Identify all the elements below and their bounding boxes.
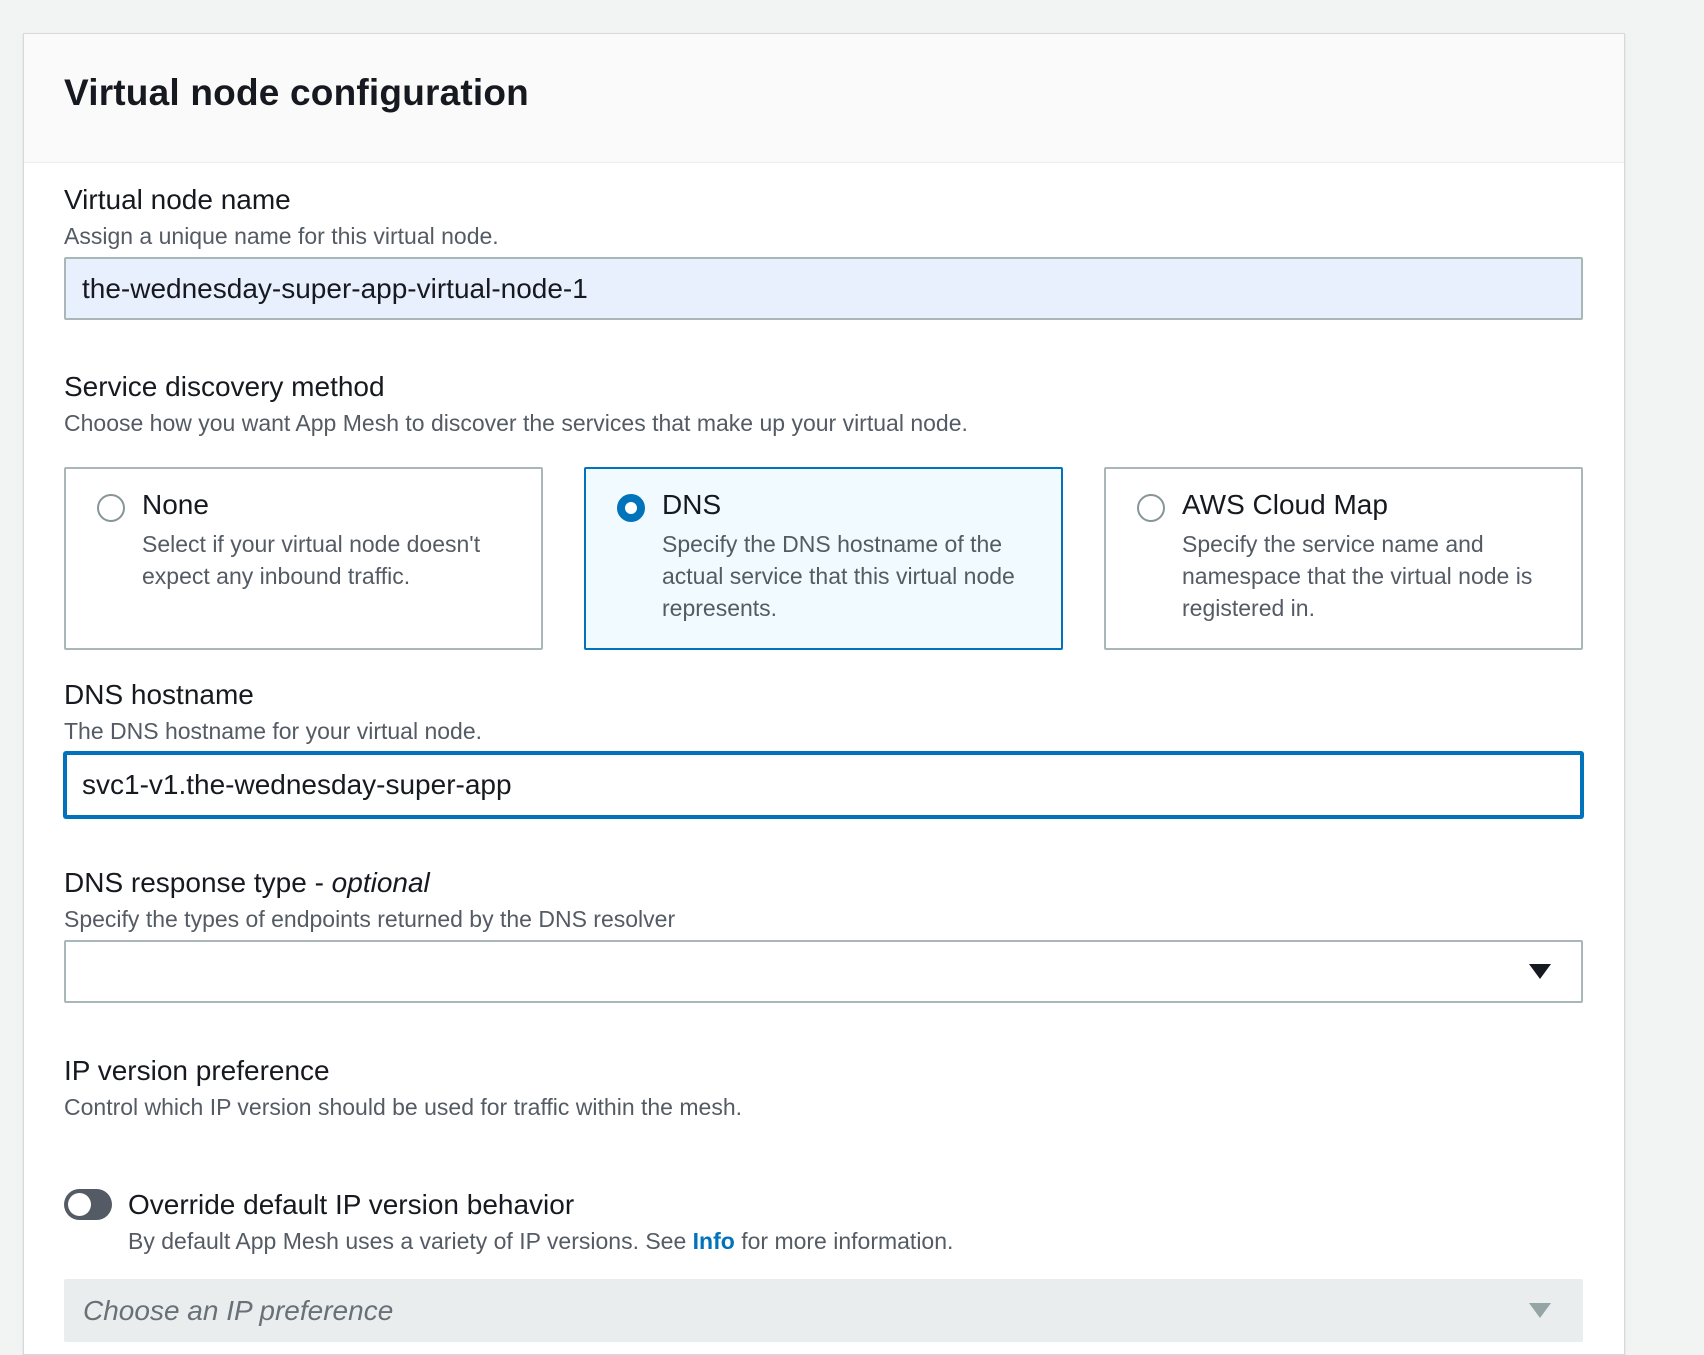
discovery-option-none-description: Select if your virtual node doesn't expe…	[142, 531, 481, 589]
discovery-option-cloud-map[interactable]: AWS Cloud Map Specify the service name a…	[1104, 467, 1583, 650]
dns-hostname-label: DNS hostname	[64, 679, 254, 710]
discovery-option-dns-label: DNS	[662, 489, 722, 520]
virtual-node-name-description: Assign a unique name for this virtual no…	[64, 223, 499, 249]
dns-response-type-label: DNS response type - optional	[64, 867, 430, 899]
discovery-option-dns[interactable]: DNS Specify the DNS hostname of the actu…	[584, 467, 1063, 650]
toggle-knob	[68, 1193, 91, 1216]
radio-none[interactable]	[97, 494, 125, 522]
virtual-node-name-input[interactable]	[64, 257, 1583, 320]
ip-version-description: Control which IP version should be used …	[64, 1094, 742, 1120]
ip-preference-placeholder: Choose an IP preference	[83, 1295, 394, 1326]
dns-response-type-select[interactable]	[64, 940, 1583, 1003]
toggle-desc-before: By default App Mesh uses a variety of IP…	[128, 1228, 693, 1254]
service-discovery-label: Service discovery method	[64, 371, 385, 402]
panel-header: Virtual node configuration	[24, 34, 1624, 163]
virtual-node-name-label: Virtual node name	[64, 184, 291, 215]
info-link[interactable]: Info	[693, 1228, 735, 1254]
caret-down-icon	[1529, 964, 1551, 979]
discovery-option-none[interactable]: None Select if your virtual node doesn't…	[64, 467, 543, 650]
discovery-option-none-label: None	[142, 489, 209, 520]
discovery-option-cloud-map-description: Specify the service name and namespace t…	[1182, 531, 1533, 621]
caret-down-icon	[1529, 1303, 1551, 1318]
dns-response-type-description: Specify the types of endpoints returned …	[64, 906, 676, 932]
panel-title: Virtual node configuration	[64, 72, 529, 113]
dns-hostname-input[interactable]	[64, 752, 1583, 818]
service-discovery-description: Choose how you want App Mesh to discover…	[64, 410, 968, 436]
override-ip-version-label: Override default IP version behavior	[128, 1189, 575, 1220]
ip-version-label: IP version preference	[64, 1055, 330, 1086]
discovery-option-cloud-map-label: AWS Cloud Map	[1182, 489, 1388, 520]
toggle-desc-after: for more information.	[734, 1228, 954, 1254]
radio-cloud-map[interactable]	[1137, 494, 1165, 522]
radio-dns[interactable]	[617, 494, 645, 522]
ip-preference-select: Choose an IP preference	[64, 1279, 1583, 1342]
optional-tag: optional	[331, 867, 430, 898]
dns-hostname-description: The DNS hostname for your virtual node.	[64, 718, 483, 744]
virtual-node-configuration-panel: Virtual node configuration Virtual node …	[23, 33, 1625, 1355]
discovery-option-dns-description: Specify the DNS hostname of the actual s…	[662, 531, 1015, 621]
override-ip-version-description: By default App Mesh uses a variety of IP…	[128, 1228, 953, 1255]
override-ip-version-toggle[interactable]	[64, 1189, 112, 1220]
dns-response-type-label-text: DNS response type -	[64, 867, 332, 898]
